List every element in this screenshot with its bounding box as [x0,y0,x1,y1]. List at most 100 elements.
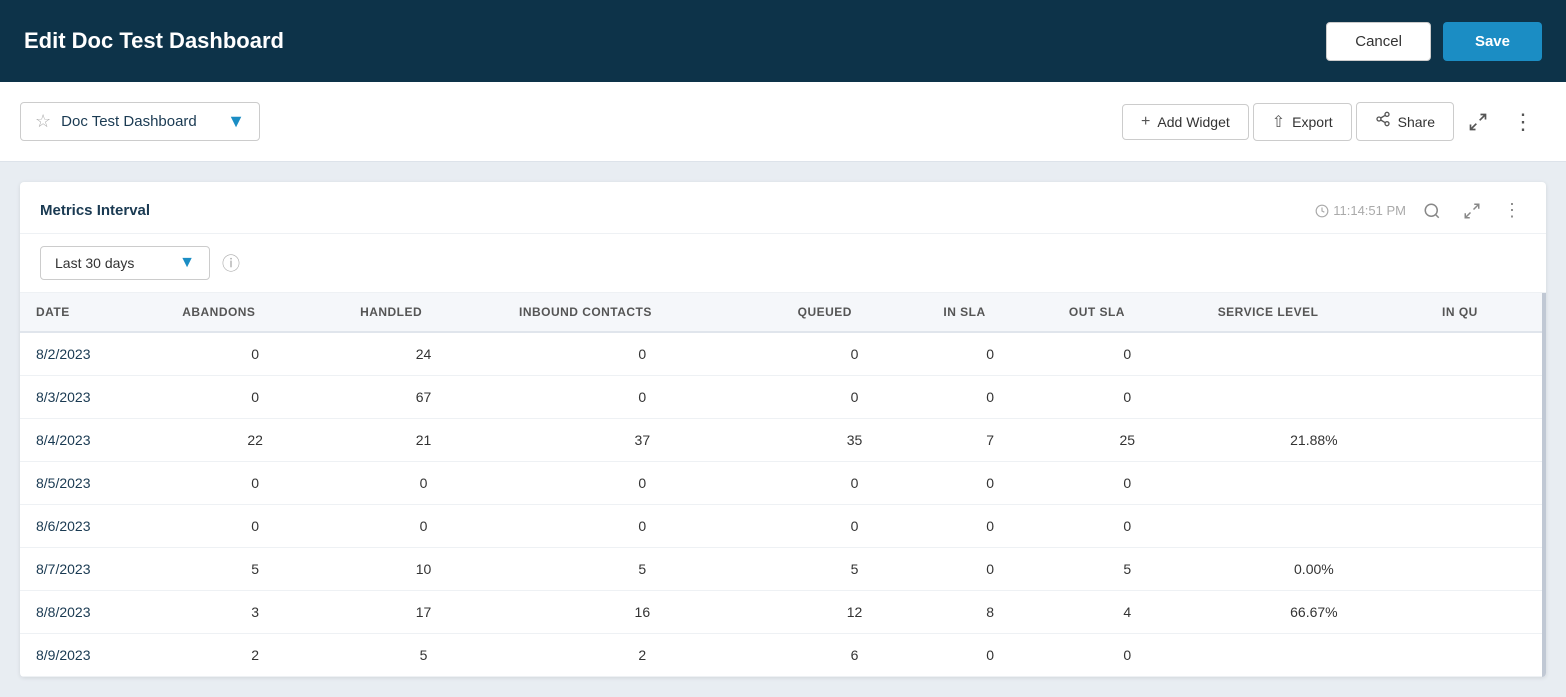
widget-search-button[interactable] [1418,200,1446,222]
table-cell: 0 [503,376,782,419]
fullscreen-button[interactable] [1458,104,1498,140]
table-cell: 7 [927,419,1052,462]
widget-ellipsis-icon: ⋮ [1503,200,1521,221]
table-cell: 5 [782,548,928,591]
table-cell: 10 [344,548,503,591]
widget-header: Metrics Interval 11:14:51 PM [20,182,1546,234]
share-label: Share [1398,114,1435,130]
page-title: Edit Doc Test Dashboard [24,28,284,54]
table-cell: 0 [927,505,1052,548]
table-cell [1202,462,1426,505]
share-button[interactable]: Share [1356,102,1454,141]
table-cell: 8/3/2023 [20,376,166,419]
col-service-level: SERVICE LEVEL [1202,293,1426,332]
widget-header-actions: 11:14:51 PM ⋮ [1315,198,1526,223]
table-cell: 0 [927,634,1052,677]
col-in-qu: IN QU [1426,293,1544,332]
star-icon: ☆ [35,111,51,132]
table-cell [1426,419,1544,462]
col-inbound-contacts: INBOUND CONTACTS [503,293,782,332]
table-row: 8/5/2023000000 [20,462,1544,505]
table-cell: 21.88% [1202,419,1426,462]
main-content: Metrics Interval 11:14:51 PM [0,162,1566,697]
table-cell [1426,376,1544,419]
table-cell [1426,548,1544,591]
save-button[interactable]: Save [1443,22,1542,61]
plus-icon: + [1141,113,1150,131]
filter-row: Last 30 days ▼ ⓘ [20,234,1546,293]
table-cell: 6 [782,634,928,677]
table-cell: 0 [1053,634,1202,677]
table-cell: 4 [1053,591,1202,634]
export-button[interactable]: ⇧ Export [1253,103,1352,141]
table-cell: 25 [1053,419,1202,462]
widget-more-button[interactable]: ⋮ [1498,198,1526,223]
table-cell: 0 [1053,376,1202,419]
table-cell: 66.67% [1202,591,1426,634]
col-abandons: ABANDONS [166,293,344,332]
chevron-down-icon: ▼ [227,111,245,132]
table-row: 8/3/20230670000 [20,376,1544,419]
table-cell: 0 [166,332,344,376]
table-cell: 0 [927,548,1052,591]
col-out-sla: OUT SLA [1053,293,1202,332]
widget-fullscreen-button[interactable] [1458,200,1486,222]
date-range-select[interactable]: Last 30 days ▼ [40,246,210,280]
table-row: 8/9/2023252600 [20,634,1544,677]
more-options-button[interactable]: ⋮ [1502,101,1546,143]
date-range-label: Last 30 days [55,255,134,271]
table-row: 8/2/20230240000 [20,332,1544,376]
table-cell: 0 [782,332,928,376]
col-in-sla: IN SLA [927,293,1052,332]
table-cell: 0 [344,505,503,548]
cancel-button[interactable]: Cancel [1326,22,1431,61]
table-cell: 5 [344,634,503,677]
table-cell: 16 [503,591,782,634]
table-cell [1426,462,1544,505]
share-icon [1375,111,1391,132]
table-cell: 24 [344,332,503,376]
table-cell: 0 [503,332,782,376]
table-cell [1426,505,1544,548]
table-cell: 0 [782,462,928,505]
table-cell [1202,332,1426,376]
header-actions: Cancel Save [1326,22,1542,61]
table-cell: 12 [782,591,928,634]
table-cell: 0 [166,462,344,505]
table-cell [1202,376,1426,419]
table-cell: 8/6/2023 [20,505,166,548]
table-cell: 8/2/2023 [20,332,166,376]
table-cell [1202,634,1426,677]
dashboard-selector[interactable]: ☆ Doc Test Dashboard ▼ [20,102,260,141]
table-cell: 0 [166,505,344,548]
table-cell: 3 [166,591,344,634]
widget-timestamp: 11:14:51 PM [1315,203,1406,218]
timestamp-value: 11:14:51 PM [1333,203,1406,218]
table-cell: 0 [166,376,344,419]
col-date: DATE [20,293,166,332]
table-cell: 5 [1053,548,1202,591]
table-row: 8/7/202351055050.00% [20,548,1544,591]
info-icon[interactable]: ⓘ [222,250,240,276]
toolbar-actions: + Add Widget ⇧ Export Share ⋮ [1122,101,1546,143]
table-cell: 5 [503,548,782,591]
table-cell: 0 [1053,462,1202,505]
table-cell [1202,505,1426,548]
add-widget-button[interactable]: + Add Widget [1122,104,1249,140]
table-cell: 0 [782,376,928,419]
table-row: 8/6/2023000000 [20,505,1544,548]
table-cell [1426,332,1544,376]
metrics-table: DATE ABANDONS HANDLED INBOUND CONTACTS Q… [20,293,1546,677]
table-cell: 0 [503,505,782,548]
col-handled: HANDLED [344,293,503,332]
table-cell: 0 [344,462,503,505]
table-cell: 22 [166,419,344,462]
table-cell: 0.00% [1202,548,1426,591]
table-cell: 0 [927,462,1052,505]
metrics-table-container: DATE ABANDONS HANDLED INBOUND CONTACTS Q… [20,293,1546,677]
table-cell: 8/8/2023 [20,591,166,634]
ellipsis-icon: ⋮ [1512,109,1536,135]
table-cell: 2 [166,634,344,677]
table-cell: 8/7/2023 [20,548,166,591]
table-cell: 17 [344,591,503,634]
